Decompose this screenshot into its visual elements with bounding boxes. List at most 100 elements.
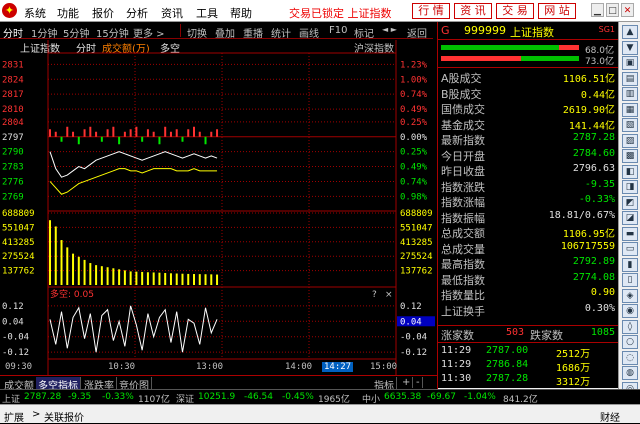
side-tool-icon[interactable]: ◍	[622, 366, 638, 380]
side-tool-icon[interactable]: ◈	[622, 288, 638, 303]
side-tool-icon[interactable]: ▬	[622, 226, 638, 241]
menu-function[interactable]: 功能	[57, 5, 79, 21]
quote-row-value: 2619.90亿	[562, 105, 615, 116]
volume-y-label: 137762	[2, 267, 35, 277]
close-icon[interactable]: ✕	[621, 3, 634, 17]
menu-help[interactable]: 帮助	[230, 5, 252, 21]
side-tool-icon[interactable]: ◩	[622, 195, 638, 210]
fall-count: 1085	[590, 327, 615, 338]
side-tool-icon[interactable]: ◨	[622, 180, 638, 194]
draw-line-button[interactable]: 画线	[299, 25, 319, 40]
x-tick-1400: 14:00	[285, 362, 313, 372]
tab-1min[interactable]: 1分钟	[31, 25, 57, 40]
quote-name: 上证指数	[510, 26, 554, 39]
quote-row-value: 0.90	[590, 287, 615, 298]
bullbear-y-label: -0.04	[2, 333, 29, 343]
tick-vol: 3312万	[556, 377, 591, 388]
x-tick-1300: 13:00	[196, 362, 224, 372]
side-tool-icon[interactable]: ▯	[622, 273, 638, 287]
tab-more[interactable]: 更多 >	[133, 25, 165, 40]
side-tool-icon[interactable]: ▩	[622, 149, 638, 163]
side-tool-icon[interactable]: ▣	[622, 56, 638, 70]
x-cursor-time: 14:27	[322, 362, 354, 372]
tab-intraday[interactable]: 分时	[3, 25, 23, 40]
app-logo-icon: ✦	[2, 3, 17, 18]
trade-button[interactable]: 交 易	[496, 3, 534, 19]
linked-quote-button[interactable]: 关联报价	[44, 409, 84, 424]
x-tick-1500: 15:00	[370, 362, 398, 372]
menu-analysis[interactable]: 分析	[126, 5, 148, 21]
side-tool-icon[interactable]: ▤	[622, 71, 638, 86]
help-icon: ?	[372, 290, 377, 300]
website-button[interactable]: 网 站	[538, 3, 576, 19]
f10-button[interactable]: F10	[329, 25, 347, 36]
stats-button[interactable]: 统计	[271, 25, 291, 40]
quote-row-label: 最低指数	[441, 273, 485, 287]
quote-row-value: 106717559	[560, 240, 615, 252]
tick-row: 11:29 2787.00 2512万	[438, 345, 618, 360]
mark-button[interactable]: 标记	[354, 25, 374, 40]
replay-button[interactable]: 重播	[243, 25, 263, 40]
zoom-out-icon[interactable]: -	[414, 377, 423, 388]
pct-y-label: 0.74%	[400, 177, 428, 187]
menu-bar: ✦ 系统 功能 报价 分析 资讯 工具 帮助 交易已锁定 上证指数 行 情 资 …	[0, 0, 640, 22]
advance-decline-row: 涨家数 503 跌家数 1085	[438, 327, 618, 342]
quote-row-value: -0.33%	[578, 194, 615, 205]
side-tool-icon[interactable]: ▭	[622, 242, 638, 256]
prev-next-button[interactable]: ◄ ►	[382, 25, 397, 34]
sz-change: -46.54	[244, 392, 274, 402]
tab-15min[interactable]: 15分钟	[96, 25, 129, 40]
minimize-icon[interactable]: ▁	[591, 3, 604, 17]
menu-quote[interactable]: 报价	[92, 5, 114, 21]
side-tool-icon[interactable]: ◧	[622, 164, 638, 179]
side-tool-icon[interactable]: ◊	[622, 319, 638, 334]
overlay-button[interactable]: 叠加	[215, 25, 235, 40]
back-button[interactable]: 返回	[407, 25, 427, 40]
side-tool-icon[interactable]: ▨	[622, 133, 638, 148]
tab-5min[interactable]: 5分钟	[63, 25, 89, 40]
quote-row-label: 指数振幅	[441, 211, 485, 225]
side-tool-icon[interactable]: ○	[622, 335, 638, 349]
news-button[interactable]: 资 讯	[454, 3, 492, 19]
quote-row: 指数涨跌 -9.35	[438, 179, 618, 194]
tick-time: 11:30	[441, 373, 472, 384]
side-tool-icon[interactable]: ▥	[622, 87, 638, 101]
indicator-tabs: 成交额 多空指标 涨跌率 竞价图 指标 + -	[0, 375, 437, 392]
menu-news[interactable]: 资讯	[161, 5, 183, 21]
pct-y-label: 0.98%	[400, 192, 428, 202]
side-tool-icon[interactable]: ▦	[622, 102, 638, 117]
rise-label: 涨家数	[441, 329, 474, 342]
price-line	[49, 151, 218, 178]
menu-tools[interactable]: 工具	[196, 5, 218, 21]
switch-button[interactable]: 切换	[187, 25, 207, 40]
side-tool-icon[interactable]: ◪	[622, 211, 638, 225]
zoom-in-icon[interactable]: +	[400, 377, 414, 388]
side-tool-icon[interactable]: ◌	[622, 350, 638, 365]
quote-row: 指数涨幅 -0.33%	[438, 194, 618, 209]
quote-divider	[438, 67, 618, 68]
menu-system[interactable]: 系统	[24, 5, 46, 21]
quote-row-label: 国债成交	[441, 103, 485, 116]
tick-vol: 1686万	[556, 363, 591, 374]
side-tool-icon[interactable]: ▧	[622, 118, 638, 132]
price-y-label: 2769	[2, 192, 24, 202]
close-pane-icon: ×	[385, 290, 393, 300]
maximize-icon[interactable]: □	[606, 3, 619, 17]
side-tool-icon[interactable]: ▼	[622, 40, 638, 55]
expand-icon[interactable]: >	[32, 409, 40, 420]
index-status-bar: 上证 2787.28 -9.35 -0.33% 1107亿 深证 10251.9…	[0, 389, 640, 405]
bullbear-highlight-value: 0.04	[400, 317, 422, 327]
price-y-label: 2824	[2, 75, 24, 85]
side-tool-icon[interactable]: ▮	[622, 257, 638, 272]
pct-y-label: 0.00%	[400, 133, 428, 143]
zx-price: 6635.38	[384, 392, 422, 402]
side-tool-icon[interactable]: ◉	[622, 304, 638, 318]
trade-lock-status: 交易已锁定 上证指数	[289, 7, 392, 20]
bullbear-y-label: -0.12	[2, 348, 29, 358]
quote-header: G 999999 上证指数 SG1	[438, 24, 618, 39]
intraday-chart[interactable]: 2831 1.23% 2824 1.00% 2817 0.74% 2810 0.49% 2804…	[0, 40, 437, 375]
sz-price: 10251.9	[198, 392, 236, 402]
extend-button[interactable]: 扩展	[4, 409, 24, 424]
side-tool-icon[interactable]: ▲	[622, 25, 638, 39]
quote-button[interactable]: 行 情	[412, 3, 450, 19]
